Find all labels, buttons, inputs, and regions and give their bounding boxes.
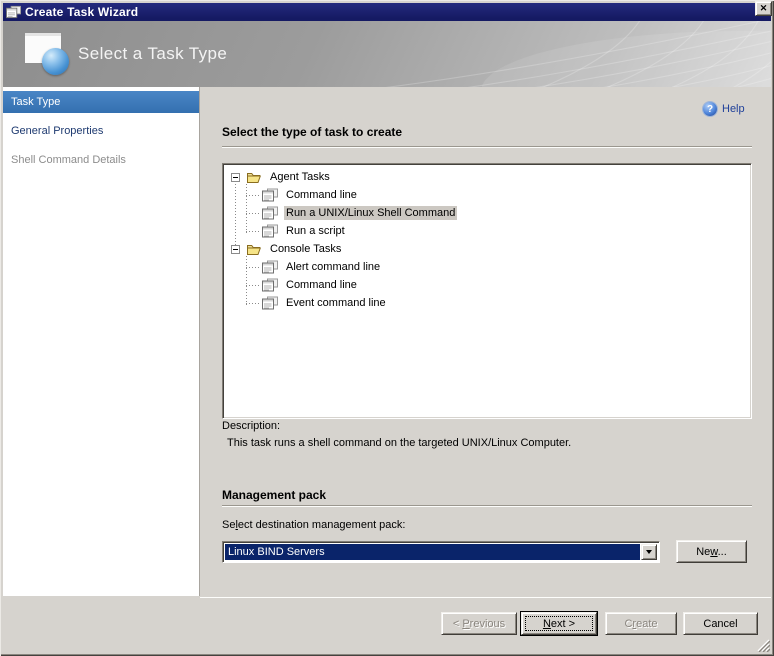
tree-item-event-command-line[interactable]: Event command line bbox=[223, 294, 751, 312]
divider bbox=[222, 146, 752, 148]
divider bbox=[222, 505, 752, 507]
task-icon bbox=[262, 260, 278, 274]
wizard-banner: Select a Task Type bbox=[3, 21, 771, 87]
task-type-tree-panel[interactable]: Agent Tasks Command line Run a UNIX/Linu… bbox=[222, 163, 752, 419]
tree-item-label: Alert command line bbox=[284, 260, 382, 274]
tree-connector bbox=[246, 195, 260, 196]
chevron-down-icon bbox=[646, 550, 652, 557]
blue-sphere bbox=[42, 48, 69, 75]
wizard-steps-sidebar: Task Type General Properties Shell Comma… bbox=[3, 87, 200, 596]
task-icon bbox=[262, 224, 278, 238]
footer-separator bbox=[200, 597, 771, 598]
mesh-decoration bbox=[341, 21, 771, 87]
page-title: Select a Task Type bbox=[78, 21, 227, 87]
task-type-icon bbox=[24, 32, 72, 76]
titlebar[interactable]: Create Task Wizard bbox=[3, 3, 771, 21]
tree-item-run-unix-linux-shell-command[interactable]: Run a UNIX/Linux Shell Command bbox=[223, 204, 751, 222]
close-icon: ✕ bbox=[760, 3, 768, 14]
destination-management-pack-label: Select destination management pack: bbox=[222, 519, 405, 531]
tree-connector bbox=[246, 231, 260, 232]
tree-connector bbox=[246, 303, 260, 304]
management-pack-dropdown[interactable]: Linux BIND Servers bbox=[222, 541, 660, 563]
task-icon bbox=[262, 188, 278, 202]
section-heading-task-type: Select the type of task to create bbox=[222, 125, 402, 139]
task-icon bbox=[262, 206, 278, 220]
tree-item-label: Agent Tasks bbox=[268, 170, 332, 184]
tree-item-label: Console Tasks bbox=[268, 242, 343, 256]
description-text: This task runs a shell command on the ta… bbox=[227, 437, 571, 449]
tree-connector bbox=[246, 285, 260, 286]
tree-connector bbox=[246, 213, 260, 214]
tree-item-console-tasks[interactable]: Console Tasks bbox=[223, 240, 751, 258]
window-icon bbox=[6, 5, 21, 19]
help-icon: ? bbox=[703, 102, 717, 116]
sidebar-item-shell-command-details[interactable]: Shell Command Details bbox=[3, 149, 199, 171]
tree-item-label-selected: Run a UNIX/Linux Shell Command bbox=[284, 206, 457, 220]
tree-connector bbox=[246, 267, 260, 268]
tree-item-run-a-script[interactable]: Run a script bbox=[223, 222, 751, 240]
folder-icon bbox=[246, 170, 262, 184]
task-icon bbox=[262, 278, 278, 292]
sidebar-item-task-type[interactable]: Task Type bbox=[3, 91, 199, 113]
task-type-tree: Agent Tasks Command line Run a UNIX/Linu… bbox=[223, 164, 751, 418]
tree-item-agent-tasks[interactable]: Agent Tasks bbox=[223, 168, 751, 186]
sidebar-item-general-properties[interactable]: General Properties bbox=[3, 120, 199, 142]
tree-item-command-line-agent[interactable]: Command line bbox=[223, 186, 751, 204]
sidebar-item-label: Task Type bbox=[11, 96, 60, 108]
dropdown-button[interactable] bbox=[641, 544, 657, 560]
new-management-pack-button[interactable]: New... bbox=[676, 540, 747, 563]
collapse-icon[interactable] bbox=[231, 245, 240, 254]
tree-item-command-line-console[interactable]: Command line bbox=[223, 276, 751, 294]
close-button[interactable]: ✕ bbox=[755, 1, 772, 16]
tree-item-label: Command line bbox=[284, 188, 359, 202]
tree-item-label: Run a script bbox=[284, 224, 347, 238]
tree-item-label: Event command line bbox=[284, 296, 388, 310]
previous-button[interactable]: < Previous bbox=[441, 612, 517, 635]
folder-icon bbox=[246, 242, 262, 256]
tree-item-alert-command-line[interactable]: Alert command line bbox=[223, 258, 751, 276]
help-link[interactable]: ? Help bbox=[703, 102, 745, 116]
cancel-button[interactable]: Cancel bbox=[683, 612, 758, 635]
management-pack-selected-value: Linux BIND Servers bbox=[225, 544, 640, 560]
help-label: Help bbox=[722, 103, 745, 115]
sidebar-item-label: General Properties bbox=[11, 125, 103, 137]
next-button[interactable]: Next > bbox=[521, 612, 597, 635]
description-label: Description: bbox=[222, 420, 280, 432]
section-heading-management-pack: Management pack bbox=[222, 488, 326, 502]
collapse-icon[interactable] bbox=[231, 173, 240, 182]
create-task-wizard-dialog: Create Task Wizard ✕ S bbox=[0, 0, 774, 656]
resize-grip[interactable] bbox=[757, 639, 770, 652]
sidebar-item-label: Shell Command Details bbox=[11, 154, 126, 166]
tree-item-label: Command line bbox=[284, 278, 359, 292]
window-title: Create Task Wizard bbox=[25, 5, 138, 19]
create-button[interactable]: Create bbox=[605, 612, 677, 635]
task-icon bbox=[262, 296, 278, 310]
